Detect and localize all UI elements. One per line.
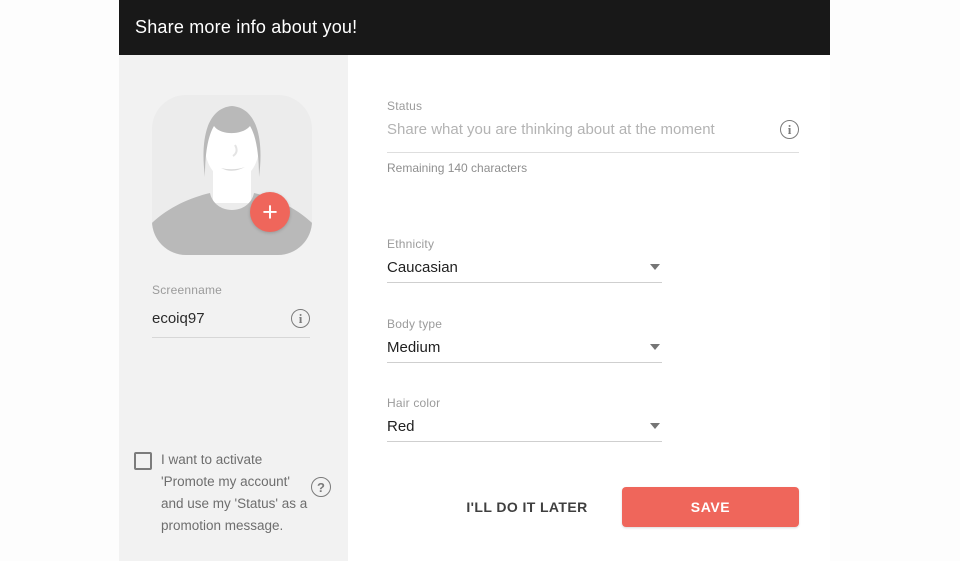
status-input-row: i [387,123,799,153]
chevron-down-icon [650,344,660,350]
profile-info-dialog: Share more info about you! + [0,0,960,561]
profile-form: Status i Remaining 140 characters Ethnic… [348,55,830,561]
hair-color-value: Red [387,418,415,435]
form-actions: I'LL DO IT LATER SAVE [387,487,799,527]
save-button[interactable]: SAVE [622,487,799,527]
question-glyph: ? [317,481,325,494]
ethnicity-field: Ethnicity Caucasian [387,237,662,283]
hair-color-label: Hair color [387,396,662,410]
chevron-down-icon [650,423,660,429]
ethnicity-value: Caucasian [387,259,458,276]
status-input[interactable] [387,121,780,138]
screenname-value: ecoiq97 [152,310,205,327]
profile-photo[interactable]: + [152,95,312,255]
add-photo-button[interactable]: + [250,192,290,232]
chevron-down-icon [650,264,660,270]
status-remaining-counter: Remaining 140 characters [387,161,799,175]
hair-color-select[interactable]: Red [387,420,662,442]
body-type-value: Medium [387,339,440,356]
screenname-field: Screenname ecoiq97 i [152,283,310,338]
dialog-header: Share more info about you! [119,0,830,55]
screenname-info-icon[interactable]: i [291,309,310,328]
status-info-icon[interactable]: i [780,120,799,139]
dialog-title: Share more info about you! [119,17,357,38]
ethnicity-select[interactable]: Caucasian [387,261,662,283]
plus-icon: + [262,197,278,227]
status-label: Status [387,99,799,113]
status-field: Status i Remaining 140 characters [387,99,799,175]
screenname-row: ecoiq97 i [152,309,310,338]
hair-color-field: Hair color Red [387,396,662,442]
promote-checkbox-label[interactable]: I want to activate 'Promote my account' … [161,449,316,537]
promote-help-icon[interactable]: ? [311,477,331,497]
avatar-silhouette-icon [152,95,312,255]
screenname-label: Screenname [152,283,310,297]
do-it-later-button[interactable]: I'LL DO IT LATER [457,487,597,527]
info-glyph: i [788,123,792,136]
promote-checkbox[interactable] [134,452,152,470]
promote-account-option: I want to activate 'Promote my account' … [134,449,339,537]
body-type-select[interactable]: Medium [387,341,662,363]
body-type-label: Body type [387,317,662,331]
profile-sidebar: + Screenname ecoiq97 i I want to activat… [119,55,348,561]
info-glyph: i [299,312,303,325]
body-type-field: Body type Medium [387,317,662,363]
ethnicity-label: Ethnicity [387,237,662,251]
